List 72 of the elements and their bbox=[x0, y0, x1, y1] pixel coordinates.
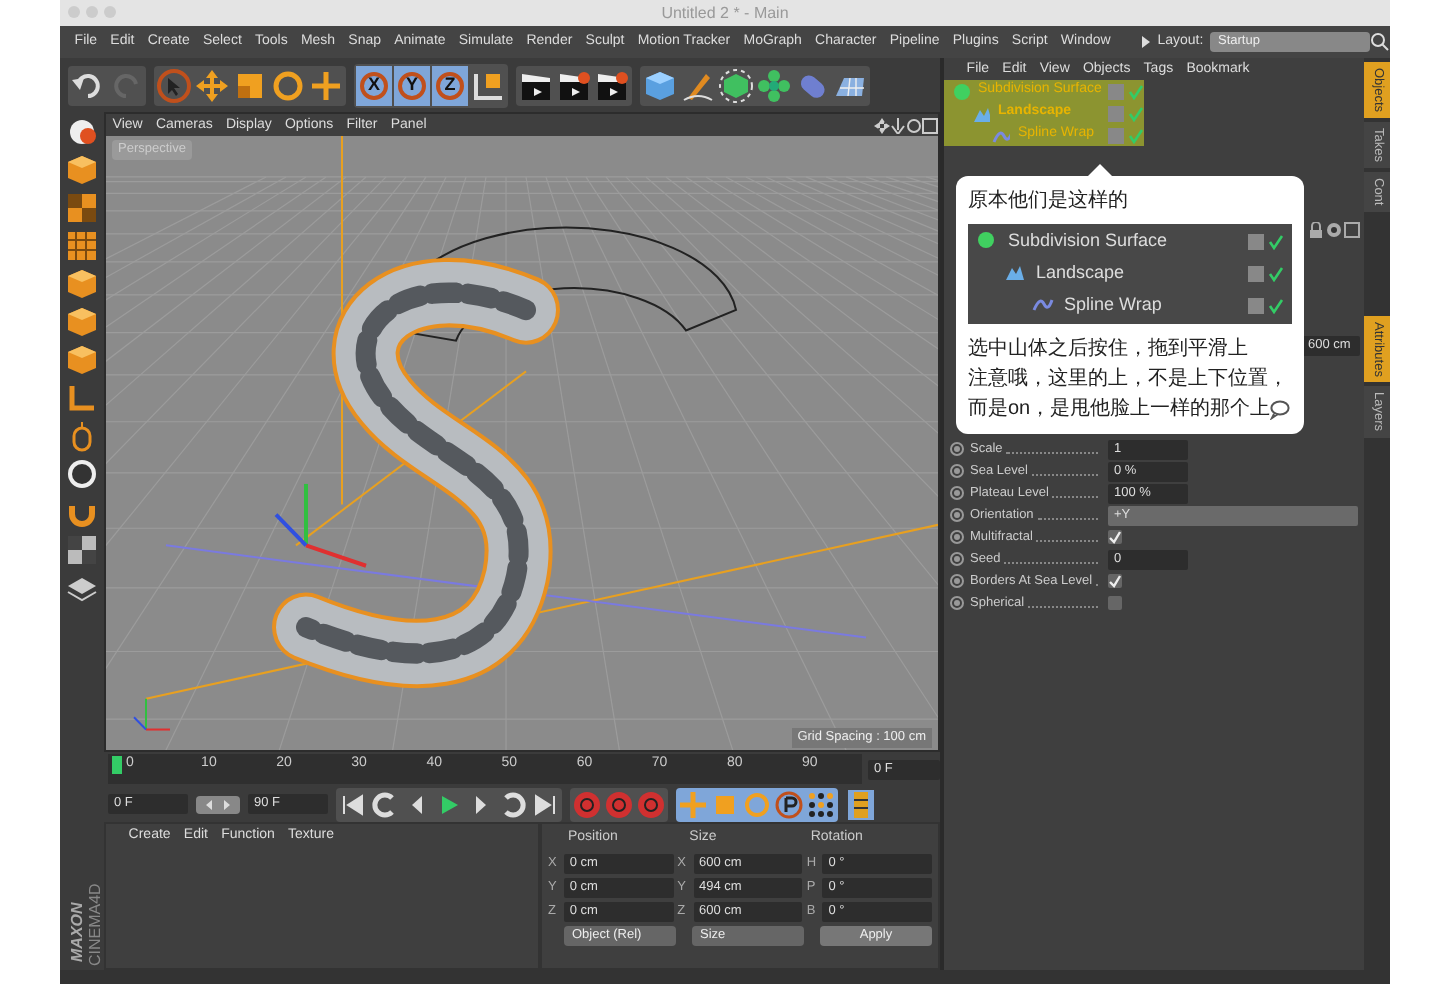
clapperboard-icon[interactable] bbox=[594, 67, 630, 103]
checker-icon[interactable] bbox=[66, 192, 98, 224]
axis-icon bbox=[133, 698, 170, 731]
stepper-icon[interactable] bbox=[196, 795, 240, 813]
note-text: 注意哦，这里的上，不是上下位置， bbox=[968, 365, 1288, 394]
note-text: 选中山体之后按住，拖到平滑上 bbox=[968, 335, 1248, 364]
cube-icon[interactable] bbox=[66, 268, 98, 300]
record-key-icon[interactable] bbox=[572, 789, 602, 819]
maximize-icon[interactable] bbox=[1344, 222, 1360, 238]
cursor-icon[interactable] bbox=[156, 67, 192, 103]
skip-end-icon[interactable] bbox=[530, 789, 560, 819]
checkbox[interactable] bbox=[1108, 574, 1122, 588]
check-icon[interactable] bbox=[1108, 127, 1144, 143]
speech-bubble-icon bbox=[1270, 399, 1291, 419]
move-icon[interactable] bbox=[874, 117, 890, 133]
film-strip-icon[interactable] bbox=[846, 789, 876, 819]
cube-icon[interactable] bbox=[718, 67, 754, 103]
window-title: Untitled 2 * - Main bbox=[661, 1, 789, 25]
sphere-icon bbox=[952, 82, 970, 100]
cube-icon[interactable] bbox=[642, 67, 678, 103]
skip-start-icon[interactable] bbox=[338, 789, 368, 819]
record-key-icon[interactable] bbox=[604, 789, 634, 819]
check-icon[interactable] bbox=[1248, 234, 1284, 250]
axis-button[interactable]: Z bbox=[432, 65, 468, 105]
lock-icon[interactable] bbox=[1308, 222, 1324, 238]
sphere-icon bbox=[976, 230, 1000, 254]
rotate-icon[interactable] bbox=[906, 117, 922, 133]
checker-icon[interactable] bbox=[66, 534, 98, 566]
plus-icon[interactable] bbox=[308, 67, 344, 103]
tree-row[interactable]: Landscape bbox=[968, 258, 1292, 290]
layers-icon[interactable] bbox=[66, 572, 98, 604]
cube-icon[interactable] bbox=[66, 154, 98, 186]
brand-name: CINEMA4D bbox=[84, 883, 106, 966]
wave-icon bbox=[992, 126, 1010, 144]
target-icon[interactable] bbox=[1326, 222, 1342, 238]
search-icon[interactable] bbox=[1370, 32, 1390, 52]
rotate-icon[interactable] bbox=[270, 67, 306, 103]
circle-icon[interactable] bbox=[66, 458, 98, 490]
tree-row[interactable]: Spline Wrap bbox=[968, 290, 1292, 322]
flower-icon[interactable] bbox=[756, 67, 792, 103]
callout-heading: 原本他们是这样的 bbox=[968, 187, 1130, 216]
object-name: Subdivision Surface bbox=[1008, 228, 1168, 255]
triangle-icon bbox=[1142, 36, 1151, 48]
check-icon[interactable] bbox=[1248, 298, 1284, 314]
brand-logo: MAXON bbox=[66, 902, 88, 962]
check-icon[interactable] bbox=[1248, 266, 1284, 282]
clapperboard-icon[interactable] bbox=[556, 67, 592, 103]
loop-icon[interactable] bbox=[498, 789, 528, 819]
sphere-icon[interactable] bbox=[66, 116, 98, 148]
arrow-down-icon[interactable] bbox=[890, 117, 906, 133]
parameter-icon[interactable] bbox=[774, 789, 804, 819]
object-name: Spline Wrap bbox=[1064, 292, 1162, 319]
dots-grid-icon[interactable] bbox=[806, 789, 836, 819]
loop-icon[interactable] bbox=[370, 789, 400, 819]
check-icon[interactable] bbox=[1108, 105, 1144, 121]
grid-icon[interactable] bbox=[66, 230, 98, 262]
note-text: 而是on，是甩他脸上一样的那个上 bbox=[968, 395, 1271, 424]
axis-button[interactable]: Y bbox=[394, 65, 430, 105]
cube-icon[interactable] bbox=[66, 306, 98, 338]
maximize-icon[interactable] bbox=[922, 117, 938, 133]
check-icon[interactable] bbox=[1108, 83, 1144, 99]
cube-icon[interactable] bbox=[66, 344, 98, 376]
checkbox[interactable] bbox=[1108, 596, 1122, 610]
move-icon[interactable] bbox=[194, 67, 230, 103]
tree-row[interactable]: Subdivision Surface bbox=[968, 226, 1292, 258]
record-key-icon[interactable] bbox=[636, 789, 666, 819]
checkbox[interactable] bbox=[1108, 530, 1122, 544]
axis-gizmo-icon bbox=[274, 483, 367, 568]
object-name: Landscape bbox=[1036, 260, 1125, 287]
angle-icon[interactable] bbox=[66, 382, 98, 414]
axis-button[interactable]: X bbox=[356, 65, 392, 105]
mountain-icon bbox=[1004, 262, 1028, 286]
